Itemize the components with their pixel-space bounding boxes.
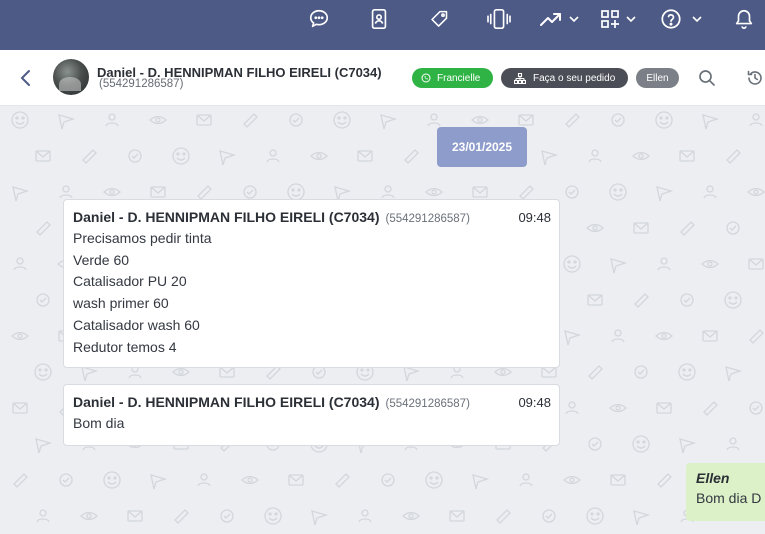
help-circle-icon[interactable]	[660, 6, 702, 32]
chevron-down-icon	[692, 16, 702, 23]
tag-icon[interactable]	[429, 6, 450, 32]
chevron-down-icon	[569, 16, 579, 23]
bell-icon[interactable]	[734, 6, 754, 32]
message-time: 09:48	[518, 210, 551, 225]
top-navigation-bar	[0, 0, 765, 50]
incoming-message[interactable]: Daniel - D. HENNIPMAN FILHO EIRELI (C703…	[63, 199, 560, 368]
contact-phone: (554291286587)	[99, 78, 184, 90]
message-sender: Daniel - D. HENNIPMAN FILHO EIRELI (C703…	[73, 209, 380, 225]
back-arrow-icon[interactable]	[16, 68, 36, 88]
avatar[interactable]	[53, 59, 89, 95]
order-label: Faça o seu pedido	[533, 72, 616, 84]
chat-area[interactable]: 23/01/2025 Daniel - D. HENNIPMAN FILHO E…	[0, 106, 765, 534]
search-icon[interactable]	[698, 69, 716, 87]
conversation-header: Daniel - D. HENNIPMAN FILHO EIRELI (C703…	[0, 50, 765, 106]
assignee-label: Ellen	[646, 72, 669, 84]
trending-up-icon[interactable]	[539, 6, 579, 32]
history-icon[interactable]	[746, 69, 764, 87]
chat-bubbles-icon[interactable]	[308, 6, 330, 32]
message-line: Catalisador wash 60	[73, 316, 200, 333]
contact-card-icon[interactable]	[369, 6, 389, 32]
whatsapp-agent-chip[interactable]: Francielle	[412, 68, 493, 88]
message-line: Bom dia	[73, 415, 125, 431]
date-badge: 23/01/2025	[437, 127, 527, 167]
message-sender-phone: (554291286587)	[385, 398, 470, 410]
vibrate-phone-icon[interactable]	[486, 6, 512, 32]
outgoing-sender: Ellen	[696, 470, 730, 486]
message-line: Catalisador PU 20	[73, 273, 187, 290]
outgoing-text: Bom dia D	[696, 490, 762, 506]
order-chip[interactable]: Faça o seu pedido	[501, 68, 628, 88]
message-time: 09:48	[518, 395, 551, 410]
assignee-chip[interactable]: Ellen	[636, 68, 679, 88]
message-line: Redutor temos 4	[73, 338, 177, 355]
message-line: Precisamos pedir tinta	[73, 230, 212, 246]
chevron-down-icon	[626, 16, 636, 23]
incoming-message[interactable]: Daniel - D. HENNIPMAN FILHO EIRELI (C703…	[63, 384, 560, 446]
message-line: Verde 60	[73, 251, 130, 268]
apps-grid-add-icon[interactable]	[600, 6, 636, 32]
message-sender-phone: (554291286587)	[385, 213, 470, 225]
whatsapp-icon	[421, 73, 431, 83]
flow-icon	[514, 72, 526, 84]
outgoing-message[interactable]: Ellen Bom dia D	[686, 463, 765, 521]
message-line: wash primer 60	[73, 295, 169, 312]
message-sender: Daniel - D. HENNIPMAN FILHO EIRELI (C703…	[73, 394, 380, 410]
whatsapp-agent-label: Francielle	[437, 72, 481, 84]
